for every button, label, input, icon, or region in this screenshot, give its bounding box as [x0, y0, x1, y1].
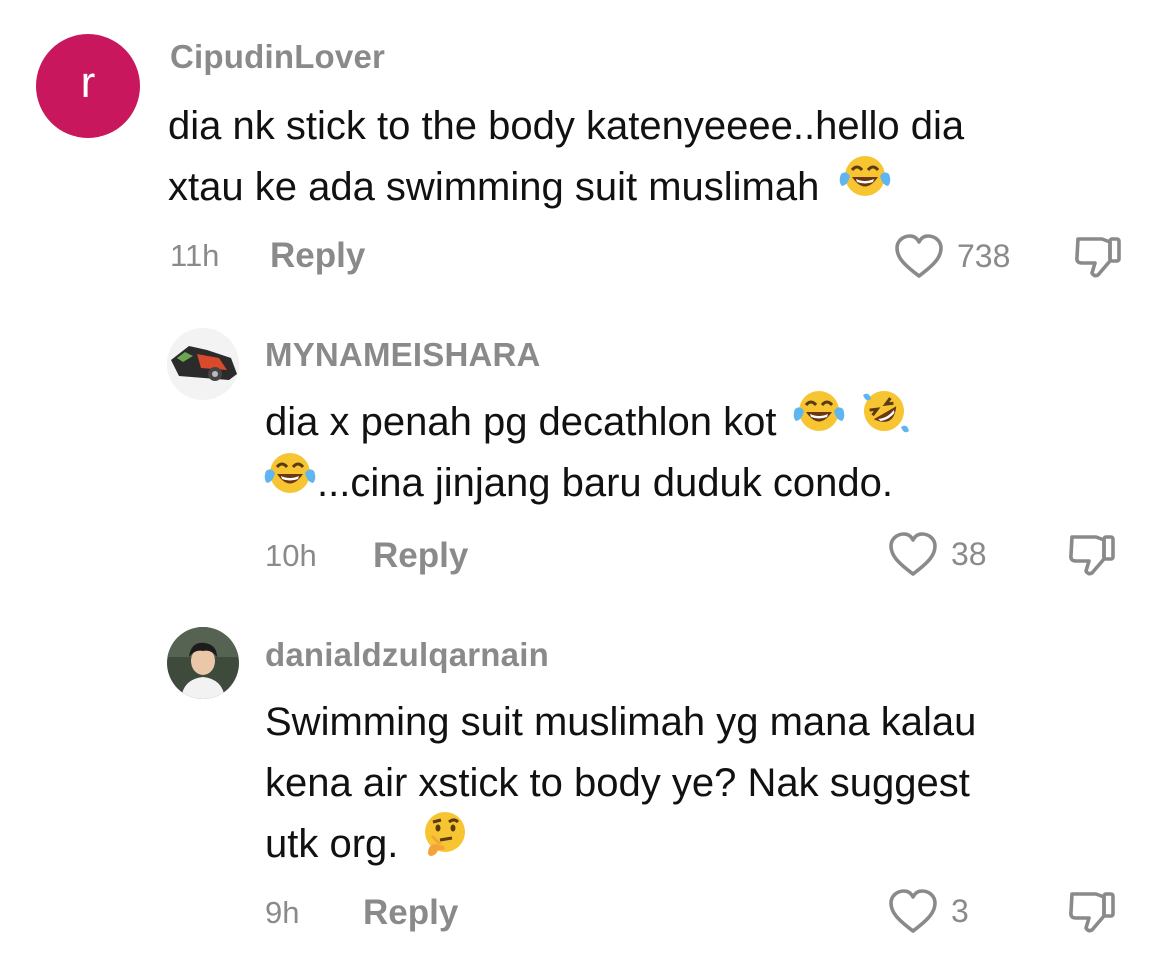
heart-icon[interactable] [887, 888, 939, 941]
comment-text-segment: utk org. [265, 822, 399, 866]
thinking-face-icon [418, 808, 472, 876]
comments-page: r CipudinLover dia nk stick to the body … [0, 0, 1170, 974]
comment-text-line: kena air xstick to body ye? Nak suggest [265, 761, 970, 805]
thumbs-down-icon[interactable] [1066, 888, 1118, 941]
like-count: 3 [951, 893, 969, 929]
comment-item: danialdzulqarnain Swimming suit muslimah… [0, 0, 1170, 974]
comment-timestamp: 9h [265, 895, 300, 930]
reply-button[interactable]: Reply [363, 893, 458, 933]
comment-username[interactable]: danialdzulqarnain [265, 636, 549, 674]
person-photo-avatar-icon[interactable] [167, 627, 239, 699]
comment-text-line: utk org. [265, 812, 976, 876]
comment-text: Swimming suit muslimah yg mana kalau ken… [265, 692, 976, 876]
comment-text-line: Swimming suit muslimah yg mana kalau [265, 700, 977, 744]
